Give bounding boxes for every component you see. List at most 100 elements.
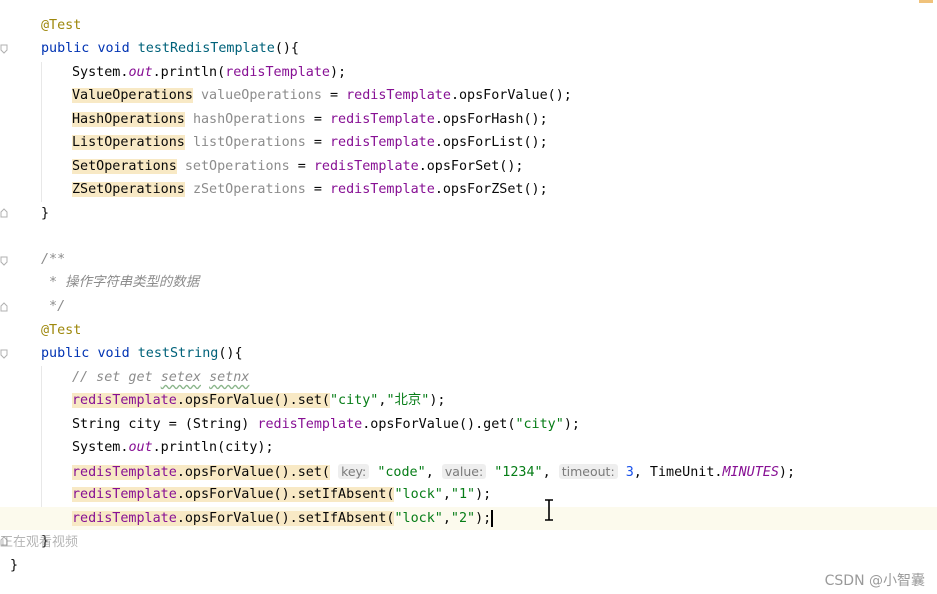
code-line[interactable]: } <box>0 530 937 553</box>
code-text: , TimeUnit. <box>633 465 723 480</box>
variable-name: setOperations <box>184 159 290 174</box>
code-text: , <box>442 511 451 526</box>
string-literal: "北京" <box>386 393 430 408</box>
code-line[interactable]: SetOperations setOperations = redisTempl… <box>0 155 937 178</box>
field-ref: redisTemplate <box>72 393 177 408</box>
keyword: void <box>97 41 130 56</box>
static-field: out <box>128 65 153 80</box>
field-ref: redisTemplate <box>346 88 451 103</box>
code-text: ); <box>778 465 796 480</box>
code-line[interactable]: @Test <box>0 319 937 342</box>
annotation: @Test <box>41 18 82 33</box>
param-hint: timeout: <box>558 464 618 479</box>
doc-comment: * 操作字符串类型的数据 <box>41 275 200 290</box>
code-text: ); <box>330 65 347 80</box>
code-line[interactable]: } <box>0 554 937 577</box>
code-text: .opsForValue().set( <box>176 465 330 480</box>
code-line[interactable]: /** <box>0 248 937 271</box>
param-hint: key: <box>338 464 370 479</box>
keyword: void <box>97 346 130 361</box>
code-text: .opsForValue().setIfAbsent( <box>176 487 395 502</box>
string-literal: "city" <box>515 417 564 432</box>
scroll-marker <box>919 0 933 3</box>
variable-name: valueOperations <box>201 88 322 103</box>
code-line[interactable]: HashOperations hashOperations = redisTem… <box>0 108 937 131</box>
code-text: = <box>321 88 347 103</box>
spell-warning[interactable]: setnx <box>209 370 249 385</box>
code-text: .opsForValue().setIfAbsent( <box>176 511 395 526</box>
field-ref: redisTemplate <box>257 417 363 432</box>
method-name: testString <box>137 346 219 361</box>
closing-brace: } <box>41 206 50 221</box>
code-line[interactable]: String city = (String) redisTemplate.ops… <box>0 413 937 436</box>
code-text: .opsForZSet(); <box>434 182 548 197</box>
field-ref: redisTemplate <box>225 65 330 80</box>
string-literal: "2" <box>450 511 476 526</box>
string-literal: "code" <box>377 465 426 480</box>
type-name: ListOperations <box>72 135 185 150</box>
string-literal: "city" <box>330 393 379 408</box>
code-line[interactable]: */ <box>0 295 937 318</box>
type-name: ValueOperations <box>72 88 193 103</box>
code-line[interactable]: redisTemplate.opsForValue().setIfAbsent(… <box>0 483 937 506</box>
variable-name: zSetOperations <box>192 182 306 197</box>
code-text: .opsForValue(); <box>450 88 572 103</box>
number-literal: 3 <box>625 465 634 480</box>
string-literal: "1234" <box>494 465 543 480</box>
code-line[interactable]: ZSetOperations zSetOperations = redisTem… <box>0 178 937 201</box>
method-name: testRedisTemplate <box>137 41 275 56</box>
code-text: System. <box>72 440 129 455</box>
string-literal: "lock" <box>394 487 443 502</box>
field-ref: redisTemplate <box>72 465 177 480</box>
code-text: .println( <box>152 65 226 80</box>
type-name: ZSetOperations <box>72 182 185 197</box>
code-text: = <box>305 182 330 197</box>
watermark: CSDN @小智囊 <box>824 573 925 589</box>
code-text: ); <box>429 393 446 408</box>
code-editor[interactable]: @Test public void testRedisTemplate(){ S… <box>0 0 937 594</box>
field-ref: redisTemplate <box>330 112 435 127</box>
code-line[interactable]: public void testRedisTemplate(){ <box>0 37 937 60</box>
code-line[interactable]: public void testString(){ <box>0 342 937 365</box>
string-literal: "1" <box>450 487 476 502</box>
code-line[interactable]: ListOperations listOperations = redisTem… <box>0 131 937 154</box>
code-text: = <box>305 135 330 150</box>
code-text: .println(city); <box>152 440 274 455</box>
string-literal: "lock" <box>394 511 443 526</box>
code-text: ); <box>563 417 580 432</box>
code-line[interactable]: System.out.println(city); <box>0 436 937 459</box>
type-name: HashOperations <box>72 112 185 127</box>
static-field: out <box>128 440 153 455</box>
code-text: ); <box>475 511 492 526</box>
code-text: (){ <box>274 41 299 56</box>
variable-name: listOperations <box>192 135 306 150</box>
code-text: .opsForList(); <box>434 135 548 150</box>
field-ref: redisTemplate <box>330 135 435 150</box>
code-text: (){ <box>218 346 243 361</box>
type-name: SetOperations <box>72 159 177 174</box>
code-line[interactable]: redisTemplate.opsForValue().set( key: "c… <box>0 460 937 483</box>
doc-comment: /** <box>41 252 66 267</box>
code-text: = <box>289 159 314 174</box>
field-ref: redisTemplate <box>72 511 177 526</box>
field-ref: redisTemplate <box>330 182 435 197</box>
code-text: .opsForValue().set( <box>176 393 330 408</box>
code-line[interactable]: System.out.println(redisTemplate); <box>0 61 937 84</box>
variable-name: hashOperations <box>192 112 306 127</box>
code-line[interactable]: * 操作字符串类型的数据 <box>0 271 937 294</box>
field-ref: redisTemplate <box>313 159 419 174</box>
doc-comment: */ <box>41 299 66 314</box>
spell-warning[interactable]: setex <box>161 370 201 385</box>
code-line[interactable]: // set get setex setnx <box>0 366 937 389</box>
param-hint: value: <box>441 464 487 479</box>
line-comment: // set get <box>72 370 161 385</box>
current-code-line[interactable]: redisTemplate.opsForValue().setIfAbsent(… <box>0 507 937 530</box>
code-text: System. <box>72 65 129 80</box>
code-line[interactable]: @Test <box>0 14 937 37</box>
code-text: .opsForHash(); <box>434 112 548 127</box>
code-text: , <box>442 487 451 502</box>
code-line[interactable]: } <box>0 202 937 225</box>
code-line[interactable]: redisTemplate.opsForValue().set("city","… <box>0 389 937 412</box>
code-line[interactable]: ValueOperations valueOperations = redisT… <box>0 84 937 107</box>
keyword: public <box>41 41 90 56</box>
